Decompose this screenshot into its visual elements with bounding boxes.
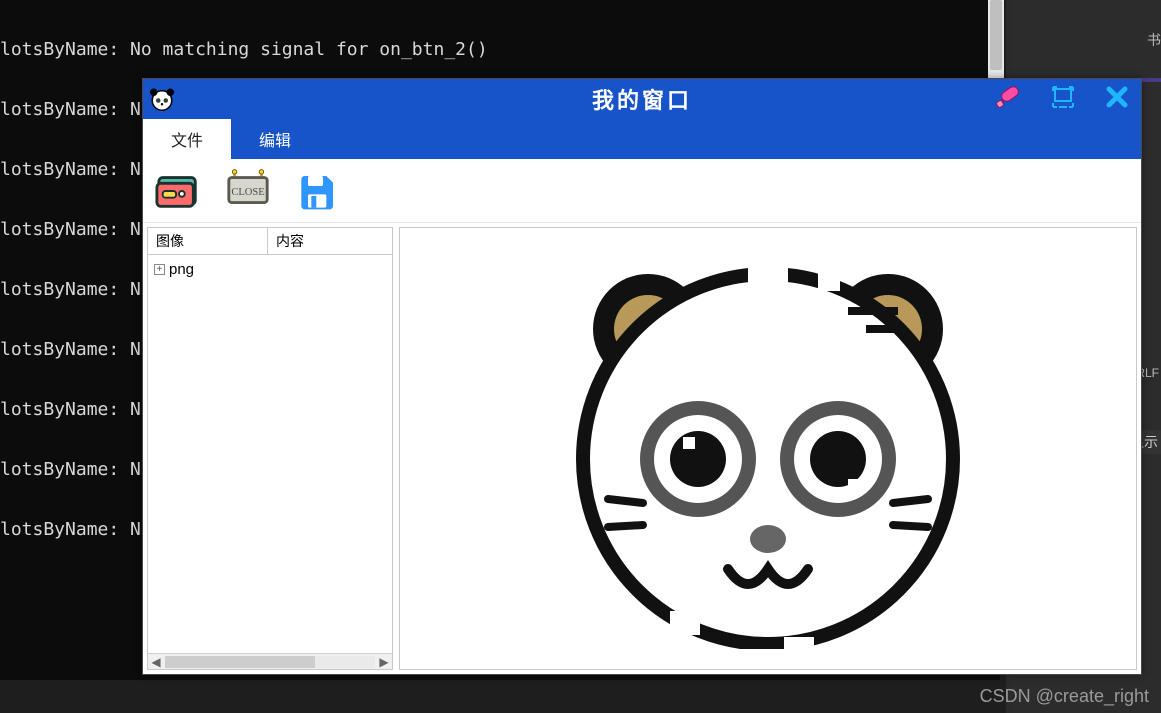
tree-panel: 图像 内容 + png ◀ ▶ (147, 227, 393, 670)
title-bar[interactable]: 我的窗口 (143, 79, 1141, 119)
fullscreen-icon (1049, 83, 1077, 111)
scroll-left-icon[interactable]: ◀ (148, 655, 164, 669)
app-icon (147, 84, 177, 114)
scroll-track[interactable] (165, 656, 375, 668)
bookmark-label: 书 (1147, 30, 1161, 50)
save-button[interactable] (295, 168, 341, 214)
tree-body[interactable]: + png (148, 255, 392, 653)
close-sign-icon: CLOSE (225, 168, 271, 214)
tree-row-root[interactable]: + png (152, 259, 388, 280)
save-icon (298, 171, 338, 211)
tree-hscrollbar[interactable]: ◀ ▶ (148, 653, 392, 669)
watermark: CSDN @create_right (980, 686, 1149, 707)
tree-col-content[interactable]: 内容 (268, 228, 312, 254)
marker-icon (995, 83, 1023, 111)
menu-bar: 文件 编辑 (143, 119, 1141, 159)
open-button[interactable] (155, 168, 201, 214)
expand-icon[interactable]: + (154, 264, 165, 275)
menu-edit[interactable]: 编辑 (231, 119, 319, 159)
close-button[interactable] (1103, 83, 1131, 111)
content-area: 图像 内容 + png ◀ ▶ (143, 223, 1141, 674)
image-viewer (399, 227, 1137, 670)
console-line: lotsByName: No matching signal for on_bt… (0, 40, 1000, 60)
tree-header: 图像 内容 (148, 228, 392, 255)
scroll-thumb[interactable] (165, 656, 315, 668)
app-window: 我的窗口 文 (142, 78, 1142, 675)
console-scrollbar-thumb[interactable] (990, 0, 1002, 70)
tree-col-image[interactable]: 图像 (148, 228, 268, 254)
toolbar: CLOSE (143, 159, 1141, 223)
window-title: 我的窗口 (592, 83, 692, 115)
open-folder-icon (155, 168, 201, 214)
close-icon (1103, 83, 1131, 111)
svg-text:CLOSE: CLOSE (231, 186, 264, 197)
close-file-button[interactable]: CLOSE (225, 168, 271, 214)
tree-item-label: png (169, 261, 194, 278)
maximize-button[interactable] (1049, 83, 1077, 111)
panda-image (548, 249, 988, 649)
scroll-right-icon[interactable]: ▶ (376, 655, 392, 669)
menu-file[interactable]: 文件 (143, 119, 231, 159)
minimize-button[interactable] (995, 83, 1023, 111)
